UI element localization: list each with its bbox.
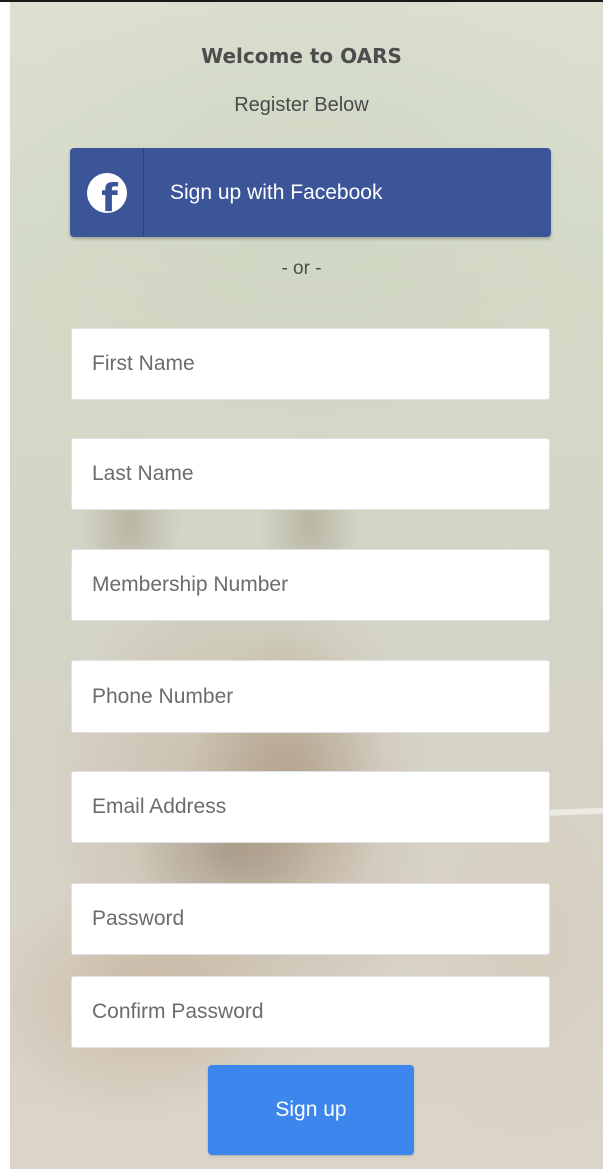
phone-number-input[interactable] — [71, 660, 550, 733]
email-address-input[interactable] — [71, 771, 550, 843]
facebook-icon-container: f — [70, 148, 144, 237]
password-input[interactable] — [71, 883, 550, 955]
membership-number-input[interactable] — [71, 549, 550, 621]
page-title: Welcome to OARS — [201, 44, 402, 68]
first-name-input[interactable] — [71, 328, 550, 400]
facebook-signup-label: Sign up with Facebook — [170, 180, 383, 204]
registration-form: Welcome to OARS Register Below f Sign up… — [0, 0, 603, 1169]
sign-up-button[interactable]: Sign up — [208, 1065, 414, 1155]
or-divider: - or - — [281, 258, 322, 279]
last-name-input[interactable] — [71, 438, 550, 510]
confirm-password-input[interactable] — [71, 976, 550, 1048]
facebook-signup-button[interactable]: f Sign up with Facebook — [70, 148, 551, 237]
page-subtitle: Register Below — [234, 94, 369, 116]
facebook-icon: f — [86, 172, 127, 213]
